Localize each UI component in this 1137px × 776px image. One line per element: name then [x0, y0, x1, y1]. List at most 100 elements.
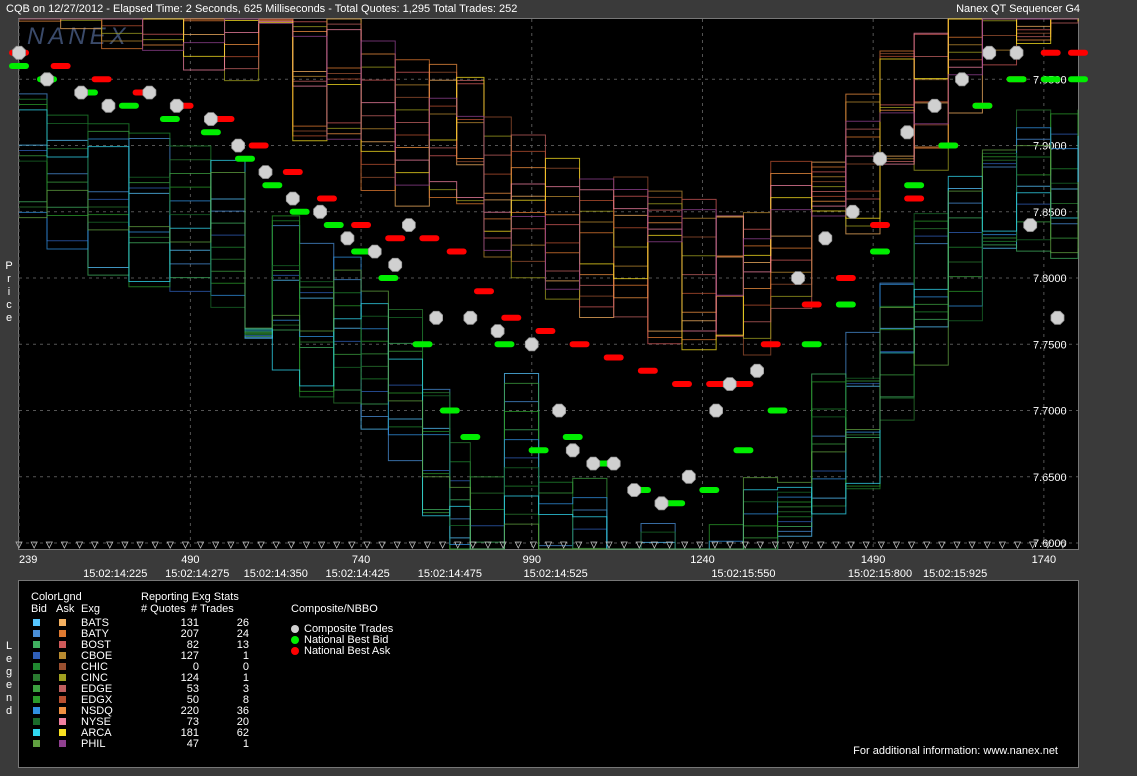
y-tick-label: 7.8000	[1033, 273, 1067, 285]
national-best-bid-point	[9, 63, 29, 70]
legend-row-edgx: EDGX 50 8	[19, 694, 259, 706]
nanex-watermark: NANEX	[27, 23, 130, 50]
national-best-ask-point	[671, 381, 692, 388]
bid-swatch	[33, 707, 40, 714]
x-tick-label: 740	[352, 554, 370, 566]
nbbo-label: National Best Ask	[304, 645, 391, 657]
national-best-ask-point	[91, 76, 112, 83]
time-label: 15:02:14:275	[165, 568, 229, 580]
composite-trade-point	[565, 443, 580, 458]
x-tick-label: 1240	[690, 554, 714, 566]
ask-swatch	[59, 630, 66, 637]
legend-exg-title: Exg	[81, 603, 100, 615]
national-best-ask-point	[473, 288, 494, 295]
composite-trade-point	[463, 310, 478, 325]
y-tick-label: 7.7000	[1033, 406, 1067, 418]
nbbo-legend-national-best-ask: National Best Ask	[291, 645, 390, 657]
national-best-bid-point	[904, 182, 925, 189]
bid-swatch	[33, 718, 40, 725]
ask-swatch	[59, 685, 66, 692]
x-tick-label: 990	[523, 554, 541, 566]
national-best-ask-point	[385, 235, 406, 242]
composite-trade-point	[586, 456, 601, 471]
national-best-bid-point	[699, 487, 720, 494]
price-chart: NANEX7.60007.65007.70007.75007.80007.850…	[9, 18, 1088, 580]
exchange-quote-line	[19, 145, 1079, 550]
ask-swatch	[59, 641, 66, 648]
composite-trade-point	[169, 98, 184, 113]
bid-swatch	[33, 674, 40, 681]
composite-trade-point	[313, 204, 328, 219]
composite-trade-point	[1050, 310, 1065, 325]
time-label: 15:02:14:475	[418, 568, 482, 580]
bid-swatch	[33, 630, 40, 637]
composite-trade-point	[203, 112, 218, 126]
legend-reporting-title: Reporting Exg Stats	[141, 591, 239, 603]
national-best-bid-point	[767, 407, 788, 414]
bid-swatch	[33, 729, 40, 736]
x-tick-label: 490	[181, 554, 199, 566]
y-tick-label: 7.7500	[1033, 339, 1067, 351]
composite-trade-point	[258, 165, 273, 179]
national-best-bid-point	[972, 102, 993, 109]
national-best-ask-point	[760, 341, 781, 348]
composite-trade-point	[750, 363, 764, 378]
composite-trade-point	[490, 324, 505, 338]
nbbo-dot-icon	[291, 625, 299, 633]
national-best-bid-point	[460, 434, 481, 441]
ask-swatch	[59, 663, 66, 670]
exchange-quote-line	[19, 139, 1079, 550]
composite-trade-point	[654, 496, 669, 511]
bid-swatch	[33, 619, 40, 626]
composite-trade-point	[429, 310, 444, 325]
bid-swatch	[33, 641, 40, 648]
composite-trade-point	[231, 138, 246, 153]
exchange-quote-line	[19, 18, 1078, 332]
composite-trade-point	[1023, 218, 1038, 232]
national-best-ask-point	[904, 195, 925, 202]
legend-row-bost: BOST 82 13	[19, 639, 259, 651]
exchange-quote-line	[19, 18, 1078, 345]
legend-row-cinc: CINC 124 1	[19, 672, 259, 684]
footer-info: For additional information: www.nanex.ne…	[853, 745, 1058, 757]
composite-trade-point	[681, 469, 696, 484]
exchange-quote-line	[19, 98, 1079, 550]
composite-trade-point	[12, 45, 26, 60]
national-best-bid-point	[869, 248, 890, 255]
national-best-bid-point	[412, 341, 433, 348]
national-best-ask-point	[316, 195, 337, 202]
composite-trade-point	[927, 98, 942, 113]
national-best-bid-point	[1040, 76, 1061, 83]
legend-row-arca: ARCA 181 62	[19, 727, 259, 739]
composite-trade-point	[900, 125, 915, 140]
exchange-quote-line	[19, 201, 1079, 550]
ask-swatch	[59, 619, 66, 626]
ask-swatch	[59, 718, 66, 725]
legend-row-phil: PHIL 47 1	[19, 738, 259, 750]
national-best-bid-point	[938, 142, 959, 149]
national-best-ask-point	[446, 248, 467, 255]
legend-row-chic: CHIC 0 0	[19, 661, 259, 673]
composite-trade-point	[101, 98, 116, 113]
time-label: 15:02:14:350	[244, 568, 308, 580]
exchange-quote-line	[19, 18, 1078, 332]
national-best-bid-point	[289, 208, 310, 215]
national-best-bid-point	[528, 447, 549, 454]
national-best-bid-point	[562, 434, 583, 441]
legend-quotes-title: # Quotes	[141, 603, 186, 615]
x-tick-label: 1490	[861, 554, 885, 566]
nbbo-dot-icon	[291, 647, 299, 655]
composite-trade-point	[340, 231, 355, 246]
composite-trade-point	[709, 403, 723, 418]
ask-swatch	[59, 696, 66, 703]
national-best-bid-point	[235, 155, 256, 162]
composite-trade-point	[791, 271, 805, 285]
composite-trade-point	[285, 191, 300, 206]
composite-trade-point	[982, 45, 997, 60]
legend-colorlgnd-title: ColorLgnd	[31, 591, 82, 603]
bid-swatch	[33, 685, 40, 692]
national-best-ask-point	[535, 328, 556, 335]
x-tick-label: 1740	[1032, 554, 1056, 566]
exchange-quote-line	[19, 93, 1079, 550]
time-label: 15:02:15:800	[848, 568, 912, 580]
